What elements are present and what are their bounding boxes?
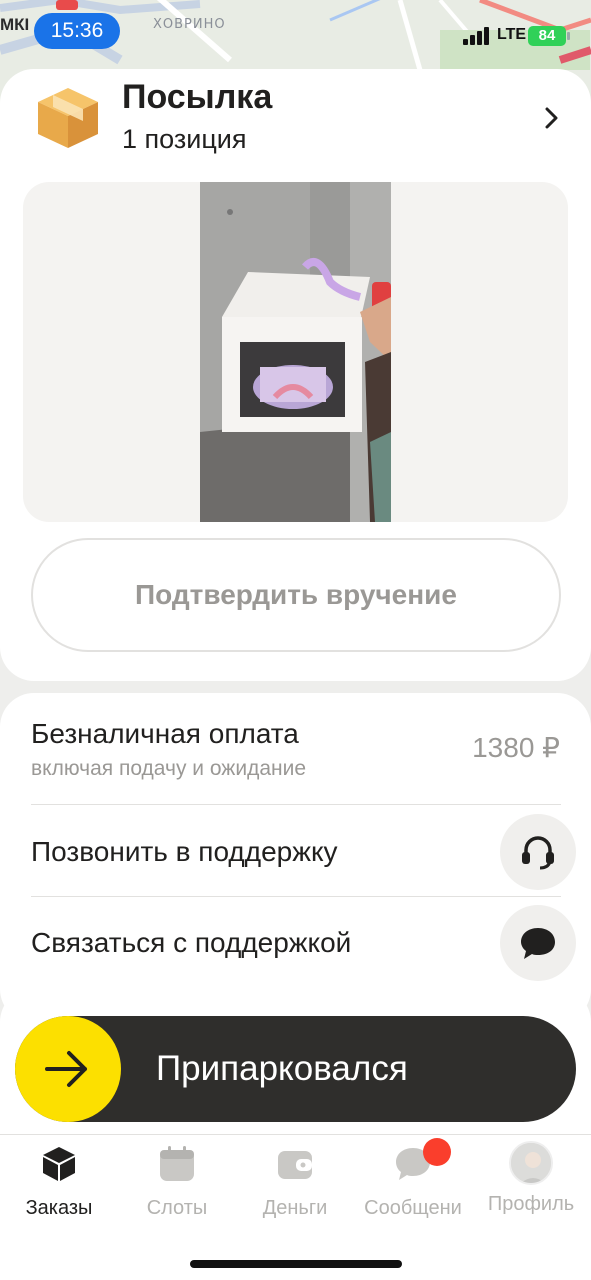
notification-badge <box>423 1138 451 1166</box>
status-time[interactable]: 15:36 <box>34 13 120 49</box>
battery-indicator: 84 <box>528 26 570 46</box>
divider <box>31 804 561 805</box>
tab-label: Профиль <box>487 1193 575 1215</box>
wallet-icon <box>276 1145 314 1183</box>
contact-support-label[interactable]: Связаться с поддержкой <box>31 927 351 959</box>
tab-label: Слоты <box>146 1197 208 1219</box>
parcel-photo[interactable] <box>200 182 391 522</box>
tab-money[interactable]: Деньги <box>236 1145 354 1220</box>
parcel-title: Посылка <box>122 78 273 116</box>
tab-profile[interactable]: Профиль <box>472 1141 590 1216</box>
status-bar: 15:36 LTE 84 <box>0 0 591 64</box>
network-type: LTE <box>497 26 527 43</box>
arrow-right-icon <box>45 1051 87 1087</box>
parcel-item-count: 1 позиция <box>122 124 247 154</box>
orders-cube-icon <box>40 1145 78 1183</box>
confirm-delivery-button[interactable]: Подтвердить вручение <box>31 538 561 652</box>
contact-support-button[interactable] <box>500 905 576 981</box>
headset-icon <box>522 836 554 870</box>
tab-label: Деньги <box>262 1197 328 1219</box>
parcel-photo-container <box>23 182 568 522</box>
tab-messages[interactable]: Сообщени <box>354 1138 472 1220</box>
cellular-signal-icon <box>463 27 493 45</box>
call-support-button[interactable] <box>500 814 576 890</box>
home-indicator <box>190 1260 402 1268</box>
payment-amount: 1380 ₽ <box>472 732 560 763</box>
call-support-label[interactable]: Позвонить в поддержку <box>31 836 338 868</box>
slider-label: Припарковался <box>156 1049 408 1088</box>
calendar-icon <box>158 1145 196 1183</box>
tab-orders[interactable]: Заказы <box>0 1145 118 1220</box>
payment-support-card: Безналичная оплата включая подачу и ожид… <box>0 693 591 1023</box>
payment-method-subtitle: включая подачу и ожидание <box>31 757 307 780</box>
chat-bubble-icon <box>521 928 555 959</box>
parcel-card: Посылка 1 позиция Подтвердить вручение <box>0 69 591 681</box>
message-bubble-icon <box>394 1138 451 1183</box>
divider <box>31 896 561 897</box>
parked-swipe-slider[interactable]: Припарковался <box>15 1016 576 1122</box>
payment-method-title: Безналичная оплата <box>31 718 299 749</box>
tab-label: Заказы <box>25 1197 93 1219</box>
avatar-icon <box>509 1141 553 1185</box>
chevron-right-icon[interactable] <box>541 106 561 130</box>
package-box-icon <box>34 84 102 152</box>
tab-label: Сообщени <box>364 1197 462 1219</box>
tab-slots[interactable]: Слоты <box>118 1145 236 1220</box>
slider-knob[interactable] <box>15 1016 121 1122</box>
bottom-sheet: Припарковался Заказы Слоты Деньги Сообще… <box>0 988 591 1280</box>
tab-bar-divider <box>0 1134 591 1135</box>
